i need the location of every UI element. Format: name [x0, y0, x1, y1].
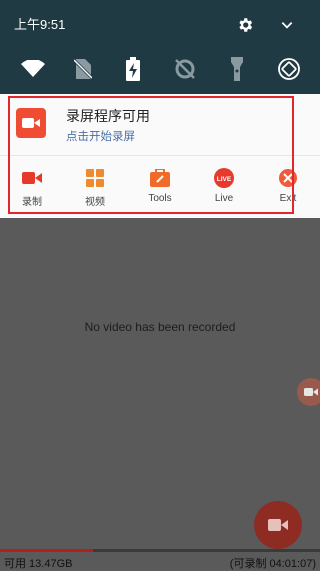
chevron-down-icon[interactable]: [280, 18, 294, 37]
video-camera-icon: [268, 519, 288, 531]
wifi-icon[interactable]: [20, 56, 46, 82]
battery-charging-icon[interactable]: [120, 56, 146, 82]
location-off-icon[interactable]: [172, 56, 198, 82]
action-record-button[interactable]: 录制: [4, 166, 60, 208]
action-exit-label: Exit: [279, 193, 297, 204]
live-badge-text: LIVE: [217, 176, 232, 183]
app-camera-icon: [16, 108, 46, 138]
storage-progress-fill: [0, 549, 93, 552]
flashlight-icon[interactable]: [224, 56, 250, 82]
notification-subtitle[interactable]: 点击开始录屏: [66, 128, 135, 144]
action-tools-button[interactable]: Tools: [132, 166, 188, 204]
live-icon: LIVE: [196, 166, 252, 190]
grid-icon: [67, 166, 123, 190]
quick-settings-row: [0, 56, 320, 82]
exit-icon: [260, 166, 316, 190]
notification-divider: [0, 155, 320, 156]
action-record-label: 录制: [22, 197, 42, 208]
action-tools-label: Tools: [148, 193, 172, 204]
status-time: 上午9:51: [14, 17, 66, 32]
floating-camera-bubble[interactable]: [297, 378, 320, 406]
record-icon: [4, 166, 60, 190]
toolbox-icon: [132, 166, 188, 190]
notification-title: 录屏程序可用: [66, 108, 150, 124]
action-exit-button[interactable]: Exit: [260, 166, 316, 204]
action-live-button[interactable]: LIVE Live: [196, 166, 252, 204]
storage-progress-bar: [0, 549, 320, 552]
action-videos-label: 视频: [85, 197, 105, 208]
action-live-label: Live: [214, 193, 234, 204]
settings-gear-icon[interactable]: [236, 16, 254, 39]
auto-rotate-icon[interactable]: [276, 56, 302, 82]
empty-state-message: No video has been recorded: [84, 320, 236, 334]
record-fab-button[interactable]: [254, 501, 302, 549]
no-sim-icon[interactable]: [70, 56, 96, 82]
action-videos-button[interactable]: 视频: [67, 166, 123, 208]
